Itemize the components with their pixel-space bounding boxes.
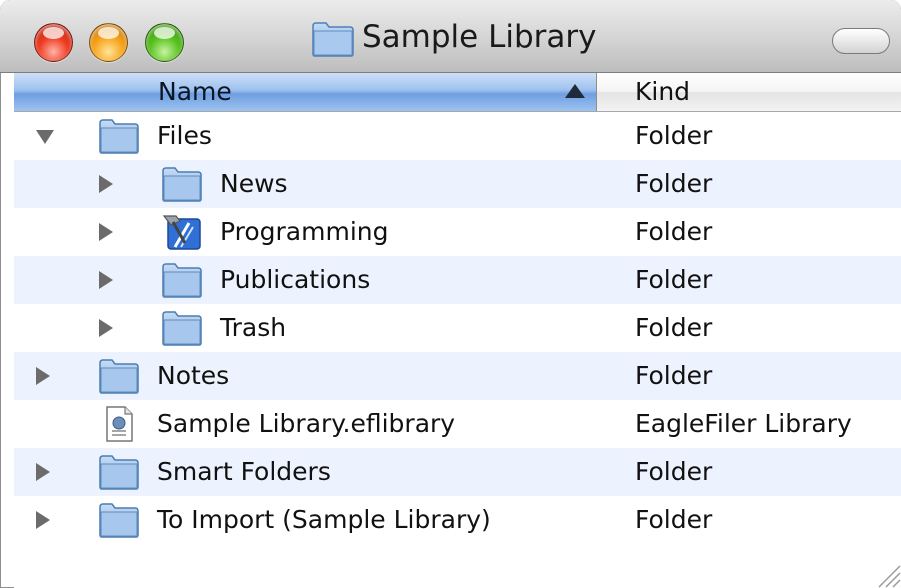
item-kind: EagleFiler Library <box>635 409 852 438</box>
item-name: Publications <box>220 265 371 294</box>
disclosure-closed-icon[interactable] <box>99 175 113 193</box>
list-item[interactable]: Files Folder <box>14 112 901 160</box>
disclosure-closed-icon[interactable] <box>36 511 50 529</box>
file-list[interactable]: Files Folder News Folder Programming Folder… <box>14 112 901 588</box>
finder-window: Sample Library Name Kind Files Folder New… <box>0 0 901 588</box>
item-name: Trash <box>220 313 287 342</box>
item-name: To Import (Sample Library) <box>157 505 491 534</box>
item-kind: Folder <box>635 457 713 486</box>
window-title: Sample Library <box>362 19 597 55</box>
item-kind: Folder <box>635 265 713 294</box>
folder-icon <box>98 117 140 155</box>
sort-ascending-icon <box>565 84 585 98</box>
minimize-button[interactable] <box>89 23 128 62</box>
list-item[interactable]: To Import (Sample Library) Folder <box>14 496 901 544</box>
item-kind: Folder <box>635 313 713 342</box>
toolbar-toggle-button[interactable] <box>832 28 890 54</box>
list-item[interactable]: Notes Folder <box>14 352 901 400</box>
folder-icon <box>312 22 354 57</box>
xcode-hammer-icon <box>161 213 203 251</box>
kind-column-label: Kind <box>635 77 691 106</box>
close-button[interactable] <box>34 23 73 62</box>
item-name: News <box>220 169 288 198</box>
folder-icon <box>98 453 140 491</box>
item-kind: Folder <box>635 361 713 390</box>
disclosure-closed-icon[interactable] <box>99 223 113 241</box>
list-item[interactable]: Publications Folder <box>14 256 901 304</box>
folder-icon <box>161 261 203 299</box>
list-item[interactable]: News Folder <box>14 160 901 208</box>
disclosure-closed-icon[interactable] <box>36 367 50 385</box>
item-name: Sample Library.eflibrary <box>157 409 456 438</box>
name-column-label: Name <box>158 77 232 106</box>
column-header: Name Kind <box>14 73 901 112</box>
folder-icon <box>161 309 203 347</box>
name-column-header[interactable]: Name <box>14 73 597 111</box>
list-item[interactable]: Trash Folder <box>14 304 901 352</box>
item-kind: Folder <box>635 121 713 150</box>
list-item[interactable]: Programming Folder <box>14 208 901 256</box>
resize-grip-icon[interactable] <box>871 558 901 588</box>
kind-column-header[interactable]: Kind <box>597 73 901 111</box>
item-name: Files <box>157 121 212 150</box>
list-item[interactable]: Smart Folders Folder <box>14 448 901 496</box>
item-name: Programming <box>220 217 389 246</box>
disclosure-open-icon[interactable] <box>36 130 54 144</box>
item-kind: Folder <box>635 169 713 198</box>
folder-icon <box>98 357 140 395</box>
document-icon <box>98 405 140 443</box>
item-name: Notes <box>157 361 230 390</box>
disclosure-closed-icon[interactable] <box>99 319 113 337</box>
folder-icon <box>98 501 140 539</box>
title-bar[interactable]: Sample Library <box>0 0 901 73</box>
list-item[interactable]: Sample Library.eflibrary EagleFiler Libra… <box>14 400 901 448</box>
zoom-button[interactable] <box>145 23 184 62</box>
item-name: Smart Folders <box>157 457 331 486</box>
disclosure-closed-icon[interactable] <box>36 463 50 481</box>
item-kind: Folder <box>635 505 713 534</box>
disclosure-closed-icon[interactable] <box>99 271 113 289</box>
item-kind: Folder <box>635 217 713 246</box>
folder-icon <box>161 165 203 203</box>
